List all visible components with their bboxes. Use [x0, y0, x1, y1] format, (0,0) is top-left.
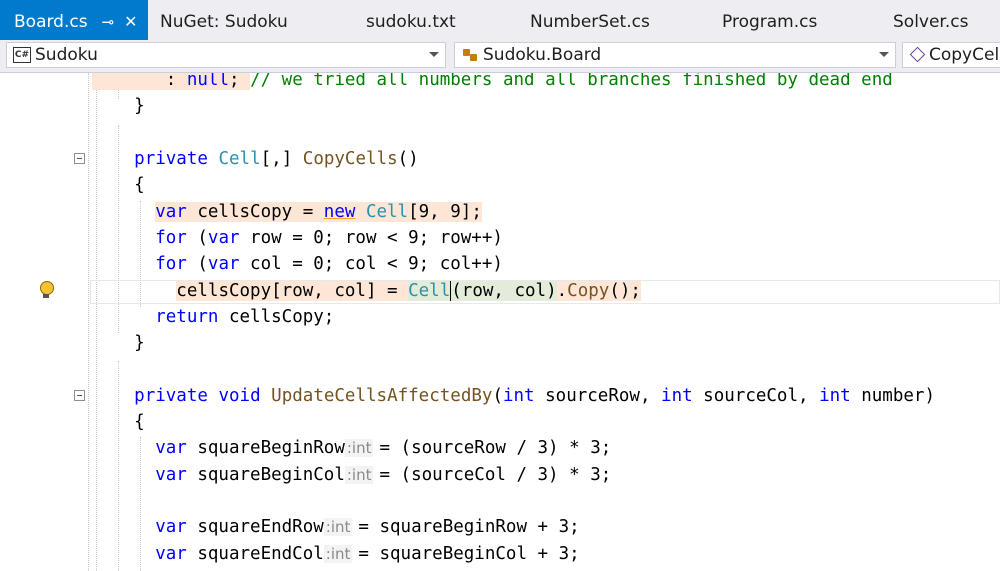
- tab-label: Program.cs: [722, 12, 818, 32]
- tab-nuget-sudoku[interactable]: NuGet: Sudoku: [160, 0, 288, 40]
- tab-board-cs[interactable]: Board.cs ⊸ ✕: [0, 0, 148, 40]
- tab-sudoku-txt[interactable]: sudoku.txt: [366, 0, 456, 40]
- code-line: }: [134, 333, 145, 353]
- project-name: Sudoku: [35, 45, 98, 65]
- tab-label: Solver.cs: [893, 12, 969, 32]
- chevron-down-icon[interactable]: [879, 52, 889, 57]
- code-line: cellsCopy[row, col] = Cell(row, col).Cop…: [176, 281, 641, 301]
- tab-solver-cs[interactable]: Solver.cs: [893, 0, 968, 40]
- code-line: var cellsCopy = new Cell[9, 9];: [155, 202, 482, 222]
- document-tab-bar: Board.cs ⊸ ✕ NuGet: Sudoku sudoku.txt Numb…: [0, 0, 1000, 40]
- code-line: }: [92, 96, 145, 116]
- collapse-toggle[interactable]: [74, 153, 85, 164]
- pin-icon[interactable]: ⊸: [102, 0, 115, 44]
- code-line: private void UpdateCellsAffectedBy(int s…: [134, 386, 935, 406]
- project-dropdown[interactable]: C# Sudoku: [6, 42, 446, 68]
- tab-label: sudoku.txt: [366, 12, 456, 32]
- csharp-project-icon: C#: [13, 47, 31, 63]
- inline-type-hint: :int: [344, 466, 374, 484]
- tab-program-cs[interactable]: Program.cs: [722, 0, 817, 40]
- code-line: : null; // we tried all numbers and all …: [92, 73, 992, 93]
- code-line: {: [134, 175, 145, 195]
- method-icon: [909, 47, 925, 63]
- inline-type-hint: :int: [323, 545, 353, 563]
- code-editor[interactable]: : null; // we tried all numbers and all …: [0, 73, 1000, 571]
- member-dropdown[interactable]: CopyCells(): [902, 42, 1000, 68]
- code-line: var squareEndRow:int = squareBeginRow + 3…: [155, 517, 580, 537]
- class-icon: [461, 47, 479, 63]
- gutter-separator: [88, 73, 90, 571]
- code-line: {: [134, 412, 145, 432]
- lightbulb-icon[interactable]: [38, 281, 54, 301]
- collapse-toggle[interactable]: [74, 390, 85, 401]
- inline-type-hint: :int: [323, 518, 353, 536]
- chevron-down-icon[interactable]: [429, 52, 439, 57]
- code-line: for (var col = 0; col < 9; col++): [155, 254, 503, 274]
- tab-numberset-cs[interactable]: NumberSet.cs: [530, 0, 650, 40]
- code-line: return cellsCopy;: [155, 307, 335, 327]
- code-line: var squareEndCol:int = squareBeginCol + 3…: [155, 544, 580, 564]
- tab-label: NumberSet.cs: [530, 12, 650, 32]
- code-line: private Cell[,] CopyCells(): [134, 149, 419, 169]
- member-name: CopyCells(): [929, 45, 1000, 65]
- code-line: for (var row = 0; row < 9; row++): [155, 228, 503, 248]
- code-line: var squareBeginCol:int = (sourceCol / 3) …: [155, 465, 612, 485]
- close-icon[interactable]: ✕: [124, 0, 137, 44]
- type-dropdown[interactable]: Sudoku.Board: [454, 42, 896, 68]
- code-line: var squareBeginRow:int = (sourceRow / 3) …: [155, 438, 612, 458]
- inline-type-hint: :int: [344, 439, 374, 457]
- navigation-bar: C#Sudoku Sudoku.Board CopyCells(): [0, 40, 1000, 73]
- tab-label: NuGet: Sudoku: [160, 12, 288, 32]
- type-name: Sudoku.Board: [483, 45, 602, 65]
- tab-label: Board.cs: [14, 12, 88, 32]
